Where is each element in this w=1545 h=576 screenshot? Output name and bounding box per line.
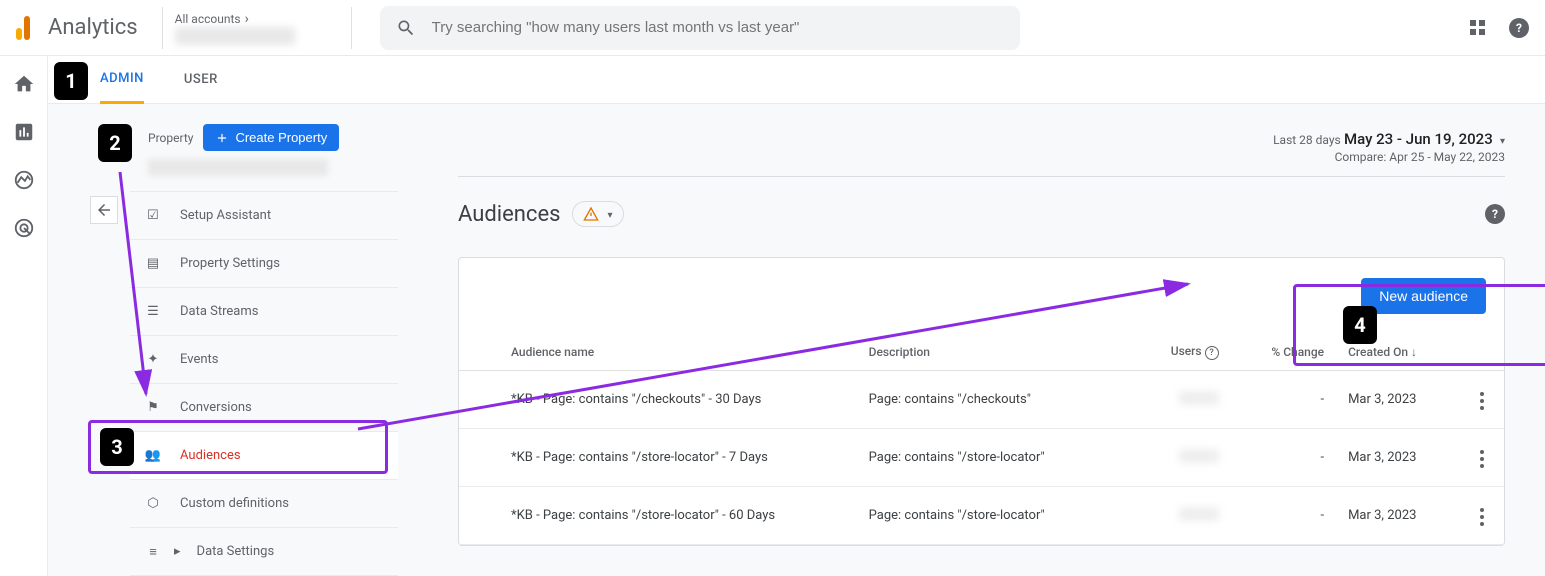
cell-name: *KB - Page: contains "/store-locator" - … <box>499 429 857 487</box>
click-icon: ✦ <box>142 352 164 367</box>
more-icon[interactable] <box>1476 388 1488 414</box>
menu-setup-assistant[interactable]: ☑Setup Assistant <box>130 192 398 240</box>
nav-rail <box>0 56 48 576</box>
cell-users <box>1132 429 1231 487</box>
table-row[interactable]: *KB - Page: contains "/store-locator" - … <box>459 429 1504 487</box>
database-icon: ≡ <box>142 544 164 560</box>
highlight-new-audience <box>1293 284 1545 366</box>
chevron-down-icon <box>1496 133 1505 148</box>
cell-desc: Page: contains "/store-locator" <box>857 487 1132 545</box>
create-property-button[interactable]: Create Property <box>203 124 339 151</box>
warning-chip[interactable] <box>572 201 623 227</box>
account-label: All accounts <box>175 12 241 26</box>
search-icon <box>396 18 416 38</box>
more-icon[interactable] <box>1476 446 1488 472</box>
search-box[interactable] <box>380 6 1020 50</box>
step-badge-2: 2 <box>98 124 132 162</box>
main-area: Last 28 days May 23 - Jun 19, 2023 Compa… <box>398 124 1545 576</box>
app-header: Analytics All accounts ? <box>0 0 1545 56</box>
account-name-redacted <box>175 27 295 45</box>
advertising-icon[interactable] <box>12 216 36 240</box>
cell-created: Mar 3, 2023 <box>1336 429 1464 487</box>
account-selector[interactable]: All accounts <box>162 7 352 49</box>
cell-change: - <box>1231 429 1337 487</box>
streams-icon: ☰ <box>142 304 164 319</box>
table-row[interactable]: *KB - Page: contains "/store-locator" - … <box>459 487 1504 545</box>
menu-events[interactable]: ✦Events <box>130 336 398 384</box>
explore-icon[interactable] <box>12 168 36 192</box>
step-badge-4: 4 <box>1343 306 1377 344</box>
menu-data-streams[interactable]: ☰Data Streams <box>130 288 398 336</box>
cell-users <box>1132 371 1231 429</box>
cell-name: *KB - Page: contains "/checkouts" - 30 D… <box>499 371 857 429</box>
arrow-left-icon <box>95 201 113 219</box>
back-button[interactable] <box>90 196 118 224</box>
help-circle-icon[interactable]: ? <box>1205 346 1219 360</box>
property-menu: ☑Setup Assistant ▤Property Settings ☰Dat… <box>130 191 398 576</box>
content: 1 ADMIN USER 2 Property Create Property <box>48 56 1545 576</box>
chevron-down-icon <box>603 207 612 222</box>
cell-users <box>1132 487 1231 545</box>
more-icon[interactable] <box>1476 504 1488 530</box>
property-column: 2 Property Create Property 3 ☑Setup Assi <box>88 124 398 576</box>
date-range-picker[interactable]: Last 28 days May 23 - Jun 19, 2023 Compa… <box>458 130 1505 164</box>
cell-desc: Page: contains "/checkouts" <box>857 371 1132 429</box>
admin-tabs: 1 ADMIN USER <box>48 56 1545 104</box>
cell-change: - <box>1231 487 1337 545</box>
menu-property-settings[interactable]: ▤Property Settings <box>130 240 398 288</box>
cell-created: Mar 3, 2023 <box>1336 371 1464 429</box>
apps-icon[interactable] <box>1470 20 1485 35</box>
step-badge-1: 1 <box>54 62 88 100</box>
tab-admin[interactable]: ADMIN <box>100 56 144 104</box>
warning-icon <box>583 206 599 222</box>
step-badge-3: 3 <box>100 428 134 466</box>
check-square-icon: ☑ <box>142 208 164 223</box>
table-row[interactable]: *KB - Page: contains "/checkouts" - 30 D… <box>459 371 1504 429</box>
tab-user[interactable]: USER <box>184 56 218 104</box>
col-users[interactable]: Users ? <box>1132 334 1231 371</box>
definitions-icon: ⬡ <box>142 496 164 511</box>
cell-created: Mar 3, 2023 <box>1336 487 1464 545</box>
chevron-right-icon <box>245 11 249 27</box>
col-description[interactable]: Description <box>857 334 1132 371</box>
property-name-redacted <box>148 159 328 175</box>
analytics-logo-icon <box>16 16 40 40</box>
search-input[interactable] <box>432 19 1004 36</box>
menu-data-settings[interactable]: ≡▸Data Settings <box>130 528 398 576</box>
reports-icon[interactable] <box>12 120 36 144</box>
flag-icon: ⚑ <box>142 400 164 415</box>
help-icon[interactable]: ? <box>1509 18 1529 38</box>
logo[interactable]: Analytics <box>16 15 138 40</box>
layout-icon: ▤ <box>142 256 164 271</box>
cell-desc: Page: contains "/store-locator" <box>857 429 1132 487</box>
home-icon[interactable] <box>12 72 36 96</box>
property-label: Property <box>148 131 193 145</box>
cell-name: *KB - Page: contains "/store-locator" - … <box>499 487 857 545</box>
plus-icon <box>215 131 229 145</box>
page-title: Audiences <box>458 202 560 227</box>
product-name: Analytics <box>48 15 138 40</box>
menu-custom-definitions[interactable]: ⬡Custom definitions <box>130 480 398 528</box>
help-icon[interactable]: ? <box>1485 204 1505 224</box>
cell-change: - <box>1231 371 1337 429</box>
caret-right-icon: ▸ <box>174 544 181 559</box>
col-audience-name[interactable]: Audience name <box>499 334 857 371</box>
